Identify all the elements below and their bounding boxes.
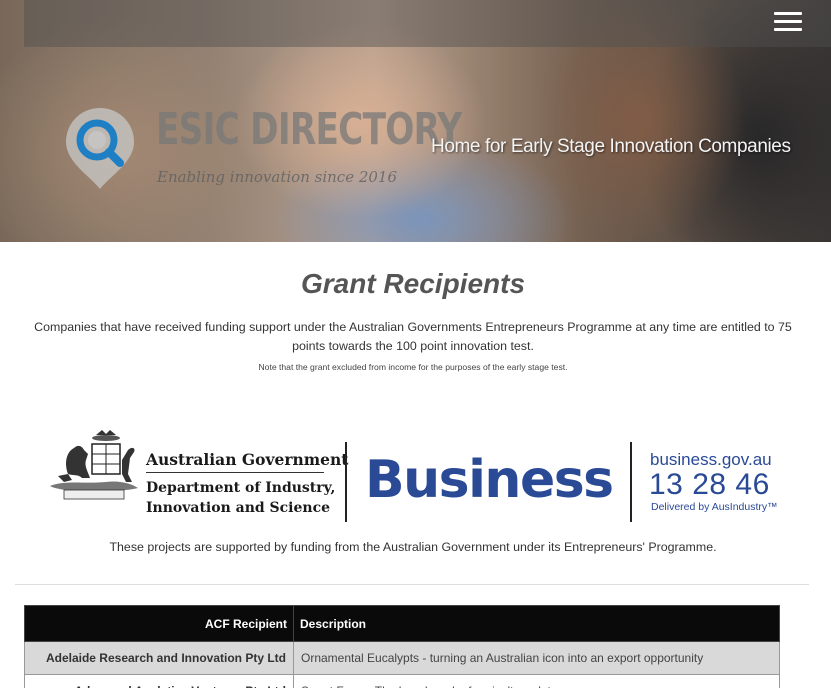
section-divider (15, 584, 809, 585)
table-header-row: ACF Recipient Description (24, 605, 780, 642)
description-cell: Ornamental Eucalypts - turning an Austra… (293, 641, 780, 675)
description-cell: Smart Farm - The benchmark of agricultur… (293, 674, 780, 688)
hero-banner: ESIC DIRECTORY Enabling innovation since… (0, 0, 831, 242)
gov-name-divider (146, 472, 324, 473)
grant-note: Note that the grant excluded from income… (258, 362, 568, 372)
page-title: Grant Recipients (300, 268, 526, 299)
business-url: business.gov.au (650, 450, 772, 469)
banner-divider (630, 442, 632, 522)
banner-divider (345, 442, 347, 522)
gov-name: Australian Government (146, 450, 349, 469)
grant-recipients-table: ACF Recipient Description Adelaide Resea… (24, 605, 780, 688)
business-delivered-by: Delivered by AusIndustry™ (651, 501, 778, 513)
menu-line (774, 12, 802, 15)
logo-tagline: Enabling innovation since 2016 (157, 168, 398, 186)
column-header-recipient: ACF Recipient (24, 605, 294, 642)
menu-line (774, 28, 802, 31)
intro-paragraph: Companies that have received funding sup… (34, 320, 792, 353)
department-name-line1: Department of Industry, (146, 480, 336, 496)
hero-tagline: Home for Early Stage Innovation Companie… (431, 136, 791, 157)
department-name-line2: Innovation and Science (146, 500, 331, 516)
table-row: Advanced Analytics Ventures Pty Ltd Smar… (24, 674, 780, 688)
recipient-cell: Advanced Analytics Ventures Pty Ltd (24, 674, 294, 688)
government-business-banner: Australian Government Department of Indu… (44, 430, 784, 526)
hamburger-menu-icon[interactable] (774, 10, 802, 34)
recipient-cell: Adelaide Research and Innovation Pty Ltd (24, 641, 294, 675)
menu-line (774, 20, 802, 23)
logo-title[interactable]: ESIC DIRECTORY (156, 104, 462, 155)
table-row: Adelaide Research and Innovation Pty Ltd… (24, 641, 780, 675)
map-pin-search-icon[interactable] (64, 106, 136, 190)
business-phone: 13 28 46 (649, 468, 770, 501)
funding-support-note: These projects are supported by funding … (109, 540, 717, 554)
coat-of-arms-icon (50, 430, 138, 500)
top-navigation-bar (24, 0, 831, 47)
column-header-description: Description (293, 605, 780, 642)
business-wordmark: Business (365, 450, 614, 510)
